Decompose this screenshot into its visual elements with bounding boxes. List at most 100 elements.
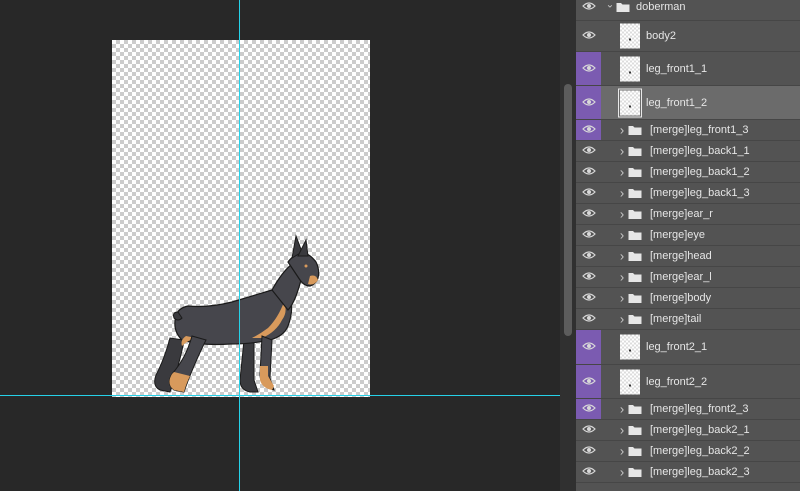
- visibility-toggle[interactable]: [576, 441, 601, 461]
- document-canvas[interactable]: [0, 0, 560, 491]
- layer-label: [merge]eye: [650, 229, 706, 241]
- chevron-right-icon[interactable]: ›: [617, 207, 627, 222]
- visibility-toggle[interactable]: [576, 246, 601, 266]
- layer-row[interactable]: › [merge]leg_front1_3: [576, 120, 800, 141]
- vertical-guide[interactable]: [239, 0, 240, 491]
- layer-row[interactable]: leg_front1_2: [576, 86, 800, 120]
- layer-group-doberman[interactable]: ⌄ doberman: [576, 0, 800, 21]
- layer-row[interactable]: leg_front2_2: [576, 365, 800, 399]
- chevron-right-icon[interactable]: ›: [617, 270, 627, 285]
- eye-icon: [581, 27, 596, 45]
- visibility-toggle[interactable]: [576, 267, 601, 287]
- eye-icon: [581, 310, 596, 328]
- layer-row[interactable]: › [merge]leg_front2_3: [576, 399, 800, 420]
- horizontal-guide[interactable]: [0, 395, 560, 396]
- visibility-toggle[interactable]: [576, 399, 601, 419]
- layer-row[interactable]: › [merge]body: [576, 288, 800, 309]
- layer-thumbnail: [620, 369, 640, 394]
- layer-label: [merge]body: [650, 292, 712, 304]
- thumbnail-content: [629, 38, 631, 41]
- layers-panel: ⌄ doberman body2 leg_front1_1 leg_front1_2 › […: [576, 0, 800, 491]
- eye-icon: [581, 463, 596, 481]
- visibility-toggle[interactable]: [576, 0, 601, 20]
- eye-icon: [581, 184, 596, 202]
- layer-row[interactable]: › [merge]leg_back1_1: [576, 141, 800, 162]
- layer-label: leg_front1_1: [646, 62, 708, 75]
- visibility-toggle[interactable]: [576, 120, 601, 140]
- chevron-right-icon[interactable]: ›: [617, 123, 627, 138]
- chevron-right-icon[interactable]: ›: [617, 165, 627, 180]
- layers-scrollbar-thumb[interactable]: [564, 84, 572, 336]
- layer-row[interactable]: › [merge]leg_back1_2: [576, 162, 800, 183]
- eye-icon: [581, 226, 596, 244]
- layer-row[interactable]: body2: [576, 21, 800, 52]
- chevron-right-icon[interactable]: ›: [617, 144, 627, 159]
- chevron-right-icon[interactable]: ›: [617, 402, 627, 417]
- chevron-right-icon[interactable]: ›: [617, 249, 627, 264]
- layer-label: [merge]leg_back1_2: [650, 166, 750, 178]
- visibility-toggle[interactable]: [576, 162, 601, 182]
- chevron-right-icon[interactable]: ›: [617, 465, 627, 480]
- eye-icon: [581, 60, 596, 78]
- eye-icon: [581, 205, 596, 223]
- thumbnail-content: [629, 71, 631, 73]
- layer-row[interactable]: leg_front2_1: [576, 330, 800, 365]
- eye-icon: [581, 121, 596, 139]
- visibility-toggle[interactable]: [576, 288, 601, 308]
- visibility-toggle[interactable]: [576, 86, 601, 119]
- visibility-toggle[interactable]: [576, 204, 601, 224]
- layer-label: [merge]ear_l: [650, 271, 712, 283]
- thumbnail-content: [629, 105, 631, 107]
- layer-label: leg_front1_2: [646, 96, 708, 109]
- layer-label: [merge]ear_r: [650, 208, 713, 220]
- thumbnail-content: [629, 349, 631, 352]
- layer-thumbnail: [620, 23, 640, 49]
- visibility-toggle[interactable]: [576, 420, 601, 440]
- eye-icon: [581, 421, 596, 439]
- chevron-right-icon[interactable]: ›: [617, 312, 627, 327]
- chevron-right-icon[interactable]: ›: [617, 186, 627, 201]
- layer-label: [merge]head: [650, 250, 712, 262]
- visibility-toggle[interactable]: [576, 365, 601, 398]
- chevron-right-icon[interactable]: ›: [617, 291, 627, 306]
- layer-row[interactable]: › [merge]leg_back2_2: [576, 441, 800, 462]
- layer-row[interactable]: › [merge]leg_back2_3: [576, 462, 800, 483]
- layer-row[interactable]: › [merge]leg_back1_3: [576, 183, 800, 204]
- layer-row[interactable]: › [merge]head: [576, 246, 800, 267]
- doberman-illustration: [154, 234, 320, 393]
- layer-row[interactable]: › [merge]ear_l: [576, 267, 800, 288]
- eye-icon: [581, 0, 596, 16]
- layer-label: [merge]leg_front2_3: [650, 403, 749, 415]
- layer-label: [merge]leg_back1_1: [650, 145, 750, 157]
- layer-row[interactable]: › [merge]leg_back2_1: [576, 420, 800, 441]
- layer-row[interactable]: leg_front1_1: [576, 52, 800, 86]
- eye-icon: [581, 338, 596, 356]
- layer-label: [merge]tail: [650, 313, 702, 325]
- chevron-right-icon[interactable]: ›: [617, 228, 627, 243]
- layer-label: [merge]leg_back1_3: [650, 187, 750, 199]
- layer-row[interactable]: › [merge]ear_r: [576, 204, 800, 225]
- layer-row[interactable]: › [merge]eye: [576, 225, 800, 246]
- layer-label: [merge]leg_back2_3: [650, 466, 750, 478]
- visibility-toggle[interactable]: [576, 309, 601, 329]
- layer-group-label: doberman: [636, 1, 686, 13]
- layer-label: [merge]leg_back2_1: [650, 424, 750, 436]
- visibility-toggle[interactable]: [576, 225, 601, 245]
- layer-label: [merge]leg_front1_3: [650, 124, 749, 136]
- chevron-right-icon[interactable]: ›: [617, 423, 627, 438]
- eye-icon: [581, 442, 596, 460]
- visibility-toggle[interactable]: [576, 141, 601, 161]
- chevron-down-icon[interactable]: ⌄: [605, 0, 615, 11]
- visibility-toggle[interactable]: [576, 183, 601, 203]
- thumbnail-content: [629, 384, 631, 386]
- visibility-toggle[interactable]: [576, 52, 601, 85]
- layer-row[interactable]: › [merge]tail: [576, 309, 800, 330]
- eye-icon: [581, 289, 596, 307]
- visibility-toggle[interactable]: [576, 330, 601, 364]
- chevron-right-icon[interactable]: ›: [617, 444, 627, 459]
- eye-icon: [581, 163, 596, 181]
- eye-icon: [581, 247, 596, 265]
- visibility-toggle[interactable]: [576, 462, 601, 482]
- visibility-toggle[interactable]: [576, 21, 601, 51]
- eye-icon: [581, 268, 596, 286]
